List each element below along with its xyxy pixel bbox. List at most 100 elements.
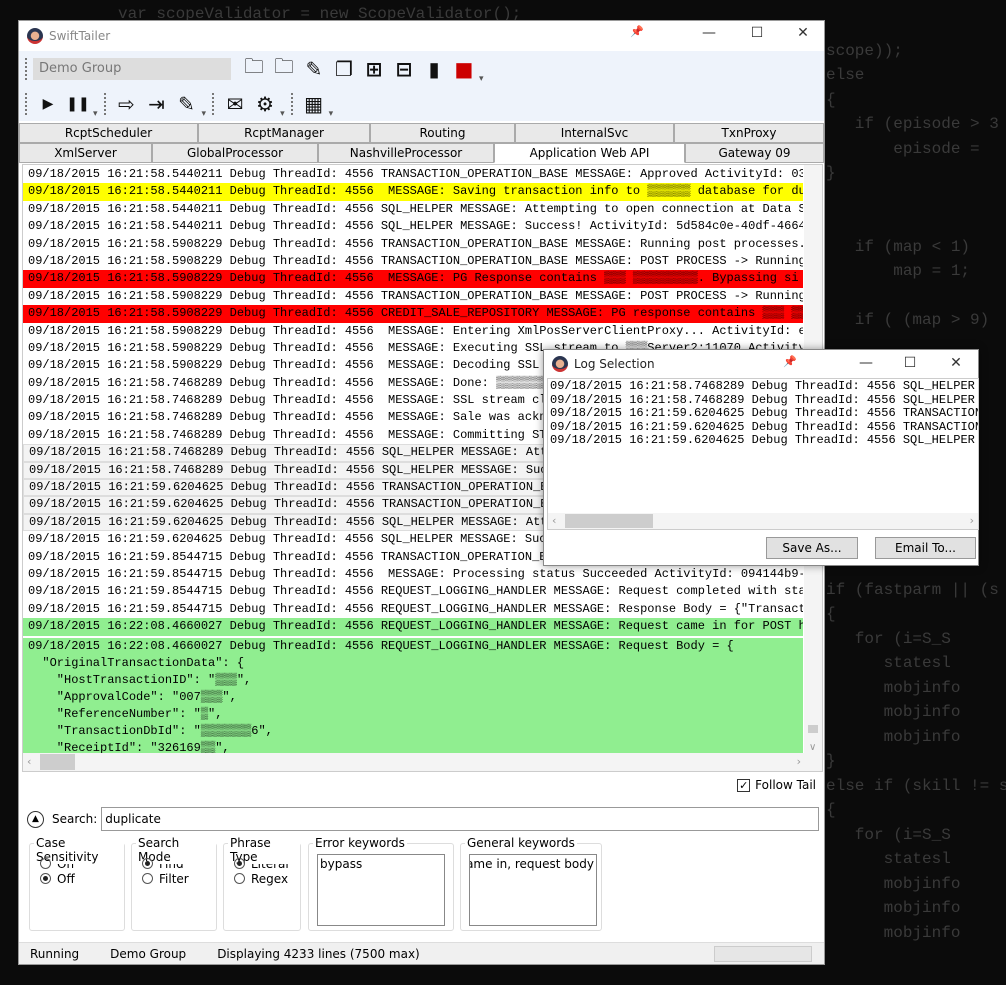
search-bar: ▲ Search: xyxy=(27,807,819,831)
tab-rcptmanager[interactable]: RcptManager xyxy=(198,123,370,143)
radio-regex[interactable]: Regex xyxy=(234,871,300,886)
selection-list[interactable]: 09/18/2015 16:21:58.7468289 Debug Thread… xyxy=(547,378,979,530)
log-line[interactable]: 09/18/2015 16:21:58.5440211 Debug Thread… xyxy=(23,201,803,218)
tab-internalsvc[interactable]: InternalSvc xyxy=(515,123,674,143)
edit-group-icon[interactable]: ✎ xyxy=(299,55,329,83)
overflow-icon[interactable]: ▾ xyxy=(93,109,98,119)
group-select[interactable]: Demo Group xyxy=(33,57,231,80)
overflow-icon[interactable]: ▾ xyxy=(202,109,207,119)
radio-button-icon[interactable] xyxy=(234,873,245,884)
log-line[interactable]: 09/18/2015 16:21:58.5908229 Debug Thread… xyxy=(23,305,803,323)
follow-tail-checkbox[interactable]: ✓ Follow Tail xyxy=(737,778,816,792)
copy-icon[interactable]: ❐ xyxy=(329,55,359,83)
log-line[interactable]: 09/18/2015 16:21:58.5908229 Debug Thread… xyxy=(23,323,803,340)
selected-log-line[interactable]: 09/18/2015 16:21:59.6204625 Debug Thread… xyxy=(548,406,978,421)
scrollbar-thumb[interactable] xyxy=(40,754,75,770)
radio-filter[interactable]: Filter xyxy=(142,871,216,886)
radio-button-icon[interactable] xyxy=(40,858,51,869)
app-title: SwiftTailer xyxy=(49,29,111,43)
status-bar: Running Demo Group Displaying 4233 lines… xyxy=(19,942,824,964)
gift-icon[interactable]: ■ xyxy=(449,55,479,83)
pin-icon[interactable]: 📌 xyxy=(770,355,810,368)
checkbox-check-icon[interactable]: ✓ xyxy=(737,778,751,792)
email-to-button[interactable]: Email To... xyxy=(875,537,976,559)
maximize-button[interactable]: ☐ xyxy=(890,355,930,371)
remove-folder-icon[interactable]: 🗀 xyxy=(269,54,299,83)
selected-log-line[interactable]: 09/18/2015 16:21:58.7468289 Debug Thread… xyxy=(548,393,978,408)
log-line[interactable]: 09/18/2015 16:21:58.5908229 Debug Thread… xyxy=(23,270,803,288)
selected-log-line[interactable]: 09/18/2015 16:21:59.6204625 Debug Thread… xyxy=(548,420,978,435)
gear-icon[interactable]: ⚙ xyxy=(250,90,280,118)
general-keywords-input[interactable]: st came in, request body xyxy=(469,854,597,926)
tab-nashvilleprocessor[interactable]: NashvilleProcessor xyxy=(318,143,494,163)
archive-icon[interactable]: ▮ xyxy=(419,55,449,83)
scroll-right-icon[interactable]: › xyxy=(797,755,801,768)
log-entry-multiline[interactable]: 09/18/2015 16:22:08.4660027 Debug Thread… xyxy=(23,637,803,758)
play-icon[interactable]: ▶ xyxy=(33,90,63,118)
tab-gateway-09[interactable]: Gateway 09 xyxy=(685,143,824,163)
toolbar-grip xyxy=(290,92,293,115)
overflow-icon[interactable]: ▾ xyxy=(280,109,285,119)
add-file-icon[interactable]: ⊞ xyxy=(359,55,389,83)
tab-routing[interactable]: Routing xyxy=(370,123,515,143)
minimize-button[interactable]: — xyxy=(846,355,886,371)
tab-txnproxy[interactable]: TxnProxy xyxy=(674,123,824,143)
log-line[interactable]: 09/18/2015 16:21:58.5440211 Debug Thread… xyxy=(23,218,803,235)
scroll-left-icon[interactable]: ‹ xyxy=(27,755,31,768)
tab-xmlserver[interactable]: XmlServer xyxy=(19,143,152,163)
background-code-line: if ( (map > 9) xyxy=(826,311,990,329)
grid-icon[interactable]: ▦ xyxy=(299,90,329,118)
log-line[interactable]: 09/18/2015 16:21:59.8544715 Debug Thread… xyxy=(23,583,803,600)
error-keywords-input[interactable]: bypass xyxy=(317,854,445,926)
log-line[interactable]: 09/18/2015 16:21:59.8544715 Debug Thread… xyxy=(23,601,803,618)
selected-log-line[interactable]: 09/18/2015 16:21:59.6204625 Debug Thread… xyxy=(548,433,978,448)
overflow-icon[interactable]: ▾ xyxy=(479,74,484,84)
export-icon[interactable]: ⇨ xyxy=(112,90,142,118)
overflow-icon[interactable]: ▾ xyxy=(329,109,334,119)
import-icon[interactable]: ⇥ xyxy=(142,90,172,118)
pause-icon[interactable]: ❚❚ xyxy=(63,90,93,118)
selected-log-line[interactable]: 09/18/2015 16:21:58.7468289 Debug Thread… xyxy=(548,379,978,394)
horizontal-scrollbar[interactable]: ‹ › xyxy=(548,513,978,529)
log-line[interactable]: 09/18/2015 16:21:58.5440211 Debug Thread… xyxy=(23,183,803,201)
save-as-button[interactable]: Save As... xyxy=(766,537,858,559)
radio-button-icon[interactable] xyxy=(142,873,153,884)
tab-globalprocessor[interactable]: GlobalProcessor xyxy=(152,143,318,163)
tab-rcptscheduler[interactable]: RcptScheduler xyxy=(19,123,198,143)
maximize-button[interactable]: ☐ xyxy=(737,25,777,41)
toolbar-grip[interactable] xyxy=(25,92,27,115)
horizontal-scrollbar[interactable]: ‹ › xyxy=(23,753,822,771)
log-line[interactable]: 09/18/2015 16:21:59.8544715 Debug Thread… xyxy=(23,566,803,583)
log-line[interactable]: 09/18/2015 16:21:58.5908229 Debug Thread… xyxy=(23,236,803,253)
background-code-line: mobjinfo xyxy=(826,678,961,697)
background-code-line: mobjinfo xyxy=(826,923,961,942)
edit-icon[interactable]: ✎ xyxy=(172,90,202,118)
close-button[interactable]: ✕ xyxy=(783,25,823,41)
background-code-line: mobjinfo xyxy=(826,899,961,917)
background-code-line: else xyxy=(826,66,865,84)
scroll-right-icon[interactable]: › xyxy=(970,514,974,527)
pin-icon[interactable]: 📌 xyxy=(617,25,657,38)
minimize-button[interactable]: — xyxy=(689,25,729,41)
toolbar-grip[interactable] xyxy=(25,57,27,80)
background-code-line xyxy=(826,284,1006,309)
log-line[interactable]: 09/18/2015 16:21:58.5440211 Debug Thread… xyxy=(23,166,803,183)
remove-file-icon[interactable]: ⊟ xyxy=(389,55,419,83)
collapse-chevron-up-icon[interactable]: ▲ xyxy=(27,810,44,828)
log-line[interactable]: 09/18/2015 16:22:08.4660027 Debug Thread… xyxy=(23,618,803,636)
scroll-left-icon[interactable]: ‹ xyxy=(552,514,556,527)
tab-application-web-api[interactable]: Application Web API xyxy=(494,143,685,163)
radio-button-icon[interactable] xyxy=(234,858,245,869)
log-line[interactable]: 09/18/2015 16:21:58.5908229 Debug Thread… xyxy=(23,288,803,305)
email-icon[interactable]: ✉ xyxy=(220,90,250,118)
search-input[interactable] xyxy=(101,807,819,831)
radio-off[interactable]: Off xyxy=(40,871,124,886)
log-line[interactable]: 09/18/2015 16:21:58.5908229 Debug Thread… xyxy=(23,253,803,270)
radio-button-icon[interactable] xyxy=(40,873,51,884)
scrollbar-thumb[interactable] xyxy=(565,514,653,528)
background-code-line xyxy=(826,186,1006,211)
radio-button-icon[interactable] xyxy=(142,858,153,869)
add-folder-icon[interactable]: 🗀 xyxy=(239,54,269,83)
scroll-down-icon[interactable]: ∨ xyxy=(809,742,816,753)
close-button[interactable]: ✕ xyxy=(936,355,976,371)
